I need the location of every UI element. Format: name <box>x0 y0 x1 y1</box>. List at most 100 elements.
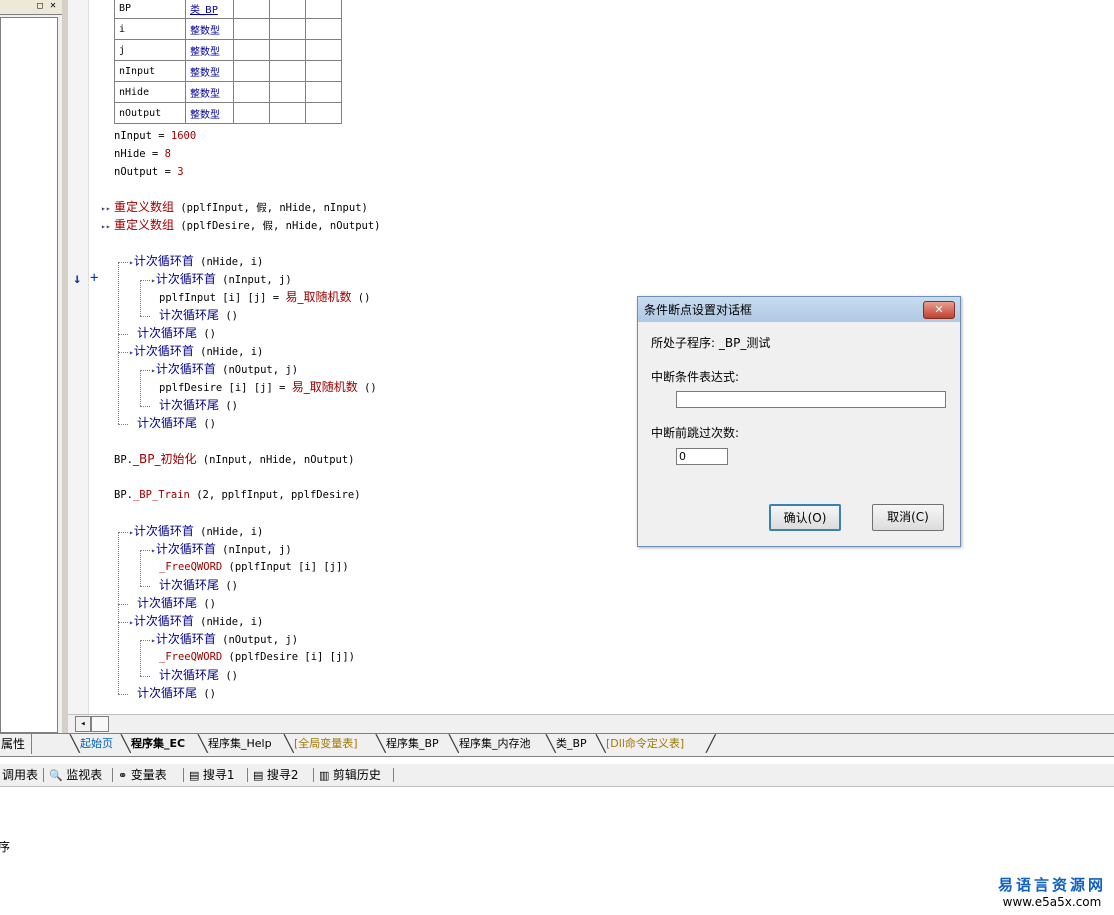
toolbar-button[interactable]: ▤ 搜寻1 <box>189 764 235 786</box>
variable-cell[interactable] <box>305 0 342 19</box>
variable-row[interactable]: nOutput 整数型 <box>114 102 342 124</box>
variable-cell[interactable] <box>233 81 270 103</box>
code-line: nInput = 1600 <box>114 130 197 142</box>
variable-cell[interactable] <box>269 18 306 40</box>
toolbar-separator <box>43 768 44 782</box>
variable-row[interactable]: j 整数型 <box>114 39 342 61</box>
variable-cell[interactable] <box>233 39 270 61</box>
toolbar-separator <box>393 768 394 782</box>
variable-name[interactable]: nInput <box>114 60 186 82</box>
code-line: ▸计次循环首 (nOutput, j) <box>151 632 299 646</box>
tab-item[interactable]: [全局变量表] <box>294 734 358 754</box>
variable-cell[interactable] <box>269 81 306 103</box>
scroll-left-button[interactable]: ◂ <box>75 716 91 732</box>
code-line: ▸计次循环首 (nHide, i) <box>129 254 264 268</box>
code-line: _FreeQWORD (pplfInput [i] [j]) <box>159 561 349 573</box>
variable-cell[interactable] <box>269 60 306 82</box>
variable-cell[interactable] <box>269 0 306 19</box>
toolbar-button[interactable]: ▤ 搜寻2 <box>253 764 299 786</box>
toolbar-button[interactable]: ▥ 剪辑历史 <box>319 764 381 786</box>
tab-item[interactable]: 程序集_EC <box>131 734 185 754</box>
variable-row[interactable]: nInput 整数型 <box>114 60 342 82</box>
variable-name[interactable]: nOutput <box>114 102 186 124</box>
toolbar-separator <box>313 768 314 782</box>
variable-cell[interactable] <box>233 102 270 124</box>
breakpoint-plus-icon[interactable]: + <box>90 271 98 285</box>
horizontal-scrollbar[interactable]: ◂ <box>68 714 1114 733</box>
code-line: 重定义数组 (pplfDesire, 假, nHide, nOutput) <box>114 218 381 232</box>
tab-item[interactable]: 程序集_Help <box>208 734 272 754</box>
variable-type[interactable]: 整数型 <box>185 39 234 61</box>
toolbar-button-label: 剪辑历史 <box>332 768 381 782</box>
variable-cell[interactable] <box>233 18 270 40</box>
expand-arrow-icon[interactable]: ▸▸ <box>101 222 111 231</box>
variable-row[interactable]: nHide 整数型 <box>114 81 342 103</box>
variable-cell[interactable] <box>233 0 270 19</box>
restore-icon[interactable]: □ <box>35 1 45 11</box>
toolbar-button-label: 调用表 <box>2 768 39 782</box>
variable-name[interactable]: BP <box>114 0 186 19</box>
search-icon: 🔍 <box>49 769 67 782</box>
variable-cell[interactable] <box>305 60 342 82</box>
tab-item[interactable]: 类_BP <box>556 734 587 754</box>
toolbar-button-label: 监视表 <box>66 768 103 782</box>
watermark: 易语言资源网 www.e5a5x.com <box>997 876 1106 909</box>
dialog-title: 条件断点设置对话框 <box>644 303 753 317</box>
tab-item[interactable]: 程序集_内存池 <box>459 734 531 754</box>
code-line: nHide = 8 <box>114 148 171 160</box>
variable-name[interactable]: nHide <box>114 81 186 103</box>
toolbar-button[interactable]: 🔍 监视表 <box>49 764 102 786</box>
ok-button[interactable]: 确认(O) <box>769 504 841 531</box>
variable-row[interactable]: BP 类_BP <box>114 0 342 19</box>
cancel-button[interactable]: 取消(C) <box>872 504 944 531</box>
variable-type[interactable]: 类_BP <box>185 0 234 19</box>
variable-cell[interactable] <box>305 39 342 61</box>
tab-item[interactable]: 程序集_BP <box>386 734 439 754</box>
toolbar-button[interactable]: 调用表 <box>2 764 38 786</box>
tab-item[interactable]: 起始页 <box>80 734 113 754</box>
variable-name[interactable]: i <box>114 18 186 40</box>
variable-type[interactable]: 整数型 <box>185 81 234 103</box>
dialog-close-button[interactable]: ✕ <box>923 301 955 319</box>
variable-type[interactable]: 整数型 <box>185 102 234 124</box>
code-line: 计次循环尾 () <box>159 308 238 322</box>
output-panel[interactable]: 序 易语言资源网 www.e5a5x.com <box>0 789 1114 915</box>
code-line: 计次循环尾 () <box>159 668 238 682</box>
condition-input[interactable] <box>676 391 946 408</box>
tab-separator: ╲ <box>284 734 294 753</box>
scroll-thumb[interactable] <box>91 716 109 732</box>
search-doc-icon: ▤ <box>189 769 203 782</box>
code-line: 计次循环尾 () <box>137 326 216 340</box>
code-line: 计次循环尾 () <box>137 596 216 610</box>
variable-cell[interactable] <box>305 18 342 40</box>
variable-row[interactable]: i 整数型 <box>114 18 342 40</box>
close-icon[interactable]: ✕ <box>48 1 58 11</box>
code-line: ▸计次循环首 (nHide, i) <box>129 614 264 628</box>
variable-cell[interactable] <box>305 81 342 103</box>
variable-cell[interactable] <box>269 102 306 124</box>
code-line: pplfDesire [i] [j] = 易_取随机数 () <box>159 380 377 394</box>
tab-item[interactable]: [Dll命令定义表] <box>606 734 684 754</box>
dialog-titlebar[interactable]: 条件断点设置对话框 ✕ <box>638 297 960 322</box>
tab-properties[interactable]: 属性 <box>0 734 32 754</box>
search-doc-icon: ▤ <box>253 769 267 782</box>
tab-separator: ╲ <box>546 734 556 753</box>
variable-type[interactable]: 整数型 <box>185 18 234 40</box>
skip-count-label: 中断前跳过次数: <box>651 426 740 440</box>
code-line: nOutput = 3 <box>114 166 184 178</box>
variable-name[interactable]: j <box>114 39 186 61</box>
skip-count-input[interactable] <box>676 448 728 465</box>
toolbar-button-label: 搜寻1 <box>202 768 235 782</box>
variable-cell[interactable] <box>305 102 342 124</box>
code-line: 计次循环尾 () <box>137 416 216 430</box>
variable-type[interactable]: 整数型 <box>185 60 234 82</box>
toolbar-button[interactable]: ⚭ 变量表 <box>118 764 167 786</box>
variable-cell[interactable] <box>269 39 306 61</box>
current-line-arrow-icon: ↓ <box>73 271 82 287</box>
left-panel-content[interactable] <box>0 17 58 733</box>
toolbar-button-label: 搜寻2 <box>266 768 299 782</box>
code-line: _FreeQWORD (pplfDesire [i] [j]) <box>159 651 355 663</box>
expand-arrow-icon[interactable]: ▸▸ <box>101 204 111 213</box>
conditional-breakpoint-dialog: 条件断点设置对话框 ✕ 所处子程序: _BP_测试 中断条件表达式: 中断前跳过… <box>637 296 961 547</box>
variable-cell[interactable] <box>233 60 270 82</box>
